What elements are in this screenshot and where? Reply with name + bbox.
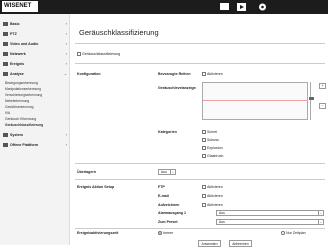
sidebar-item-network[interactable]: Netzwerk ›: [3, 50, 68, 59]
video-icon: [3, 42, 8, 47]
email-checkbox[interactable]: [202, 194, 206, 198]
sidebar-item-basic[interactable]: Basic ›: [3, 20, 68, 29]
categories-label: Kategorien: [158, 130, 177, 134]
email-option[interactable]: Aktivieren: [202, 194, 223, 198]
level-label: Geräuschlevelanzeige: [158, 86, 196, 90]
select-all-option[interactable]: Aktivieren: [202, 72, 223, 76]
category-checkbox[interactable]: [202, 130, 206, 134]
level-graph: [202, 82, 308, 120]
system-icon: [3, 133, 8, 138]
platform-icon: [3, 143, 8, 148]
category-checkbox[interactable]: [202, 154, 206, 158]
category-checkbox[interactable]: [202, 146, 206, 150]
ptz-icon: [3, 32, 8, 37]
divider: [75, 179, 325, 180]
overlay-label: Überlagern: [77, 170, 96, 174]
select-all-checkbox[interactable]: [202, 72, 206, 76]
overlay-select[interactable]: Aus ⌄: [158, 169, 176, 175]
category-explosion[interactable]: Explosion: [202, 146, 223, 150]
category-gunshot[interactable]: Schuss: [202, 138, 219, 142]
event-icon: [3, 62, 8, 67]
sidebar-item-ptz[interactable]: PTZ ›: [3, 30, 68, 39]
chevron-down-icon: ⌄: [318, 220, 323, 225]
gear-icon[interactable]: [257, 2, 268, 12]
logo: WISENET: [2, 1, 38, 12]
sidebar-item-analysis[interactable]: Analyse ⌄: [3, 70, 68, 79]
sidebar-subitem-fog[interactable]: Nebelerkennung: [5, 99, 29, 104]
analysis-icon: [3, 72, 8, 77]
divider: [75, 43, 325, 44]
record-option[interactable]: Aktivieren: [202, 203, 223, 207]
record-checkbox[interactable]: [202, 203, 206, 207]
sidebar-subitem-iva[interactable]: IVA: [5, 111, 10, 116]
basic-icon: [3, 22, 8, 27]
chevron-down-icon: ⌄: [318, 211, 323, 216]
chevron-down-icon: ⌄: [170, 170, 175, 175]
category-glass-break[interactable]: Glasbruch: [202, 154, 223, 158]
event-setup-label: Ereignis Aktion Setup: [77, 185, 115, 189]
monitor-icon[interactable]: [219, 2, 230, 12]
page-title: Geräuschklassifizierung: [79, 28, 159, 37]
main-panel: Geräuschklassifizierung Geräuschklassifi…: [71, 14, 328, 247]
top-bar: WISENET: [0, 0, 328, 14]
sidebar-subitem-motion[interactable]: Bewegungserkennung: [5, 81, 38, 86]
sidebar-subitem-tampering[interactable]: Manipulationserkennung: [5, 87, 41, 92]
level-up-button[interactable]: +: [319, 83, 326, 89]
divider: [75, 63, 325, 64]
schedule-radio[interactable]: [281, 231, 285, 235]
config-label: Konfiguration: [77, 72, 101, 76]
email-label: E-mail: [158, 194, 169, 198]
threshold-line: [203, 100, 308, 101]
sidebar: Basic › PTZ › Video und Audio › Netzwerk › E…: [0, 14, 70, 245]
divider: [75, 163, 325, 164]
select-all-label: Bevorzugte Reihen: [158, 72, 191, 76]
schedule-label: Ereignisaktivierungszeit: [77, 231, 119, 235]
record-label: Aufzeichnen: [158, 203, 180, 207]
always-radio[interactable]: [158, 231, 162, 235]
ftp-checkbox[interactable]: [202, 185, 206, 189]
cancel-button[interactable]: Abbrechen: [229, 240, 252, 247]
schedule-only[interactable]: Nur Zeitplan: [281, 231, 306, 235]
schedule-always[interactable]: Immer: [158, 231, 173, 235]
category-checkbox[interactable]: [202, 138, 206, 142]
sidebar-item-event[interactable]: Ereignis ›: [3, 60, 68, 69]
sidebar-subitem-sound-classification[interactable]: Geräuschklassifizierung: [5, 123, 43, 128]
playback-icon[interactable]: [236, 2, 247, 12]
sidebar-subitem-audio-detection[interactable]: Geräusch Erkennung: [5, 117, 36, 122]
enable-checkbox-row[interactable]: Geräuschklassifizierung: [77, 52, 120, 56]
sidebar-item-system[interactable]: System ›: [3, 131, 68, 140]
enable-checkbox[interactable]: [77, 52, 81, 56]
preset-select[interactable]: Aus ⌄: [216, 219, 324, 225]
sidebar-item-open-platform[interactable]: Offene Plattform ›: [3, 141, 68, 150]
level-down-button[interactable]: −: [319, 103, 326, 109]
alarm-label: Alarmausgang 1: [158, 211, 186, 215]
level-slider[interactable]: [309, 82, 315, 120]
ftp-option[interactable]: Aktivieren: [202, 185, 223, 189]
preset-label: Zum Preset: [158, 220, 178, 224]
apply-button[interactable]: Anwenden: [198, 240, 221, 247]
category-scream[interactable]: Schrei: [202, 130, 217, 134]
ftp-label: FTP: [158, 185, 165, 189]
sidebar-subitem-shift[interactable]: Verschiebungserkennung: [5, 93, 42, 98]
network-icon: [3, 52, 8, 57]
alarm-select[interactable]: Aus ⌄: [216, 210, 324, 216]
divider: [75, 228, 325, 229]
slider-handle[interactable]: [309, 97, 314, 100]
sidebar-item-video-audio[interactable]: Video und Audio ›: [3, 40, 68, 49]
sidebar-subitem-face[interactable]: Gesichtserkennung: [5, 105, 33, 110]
